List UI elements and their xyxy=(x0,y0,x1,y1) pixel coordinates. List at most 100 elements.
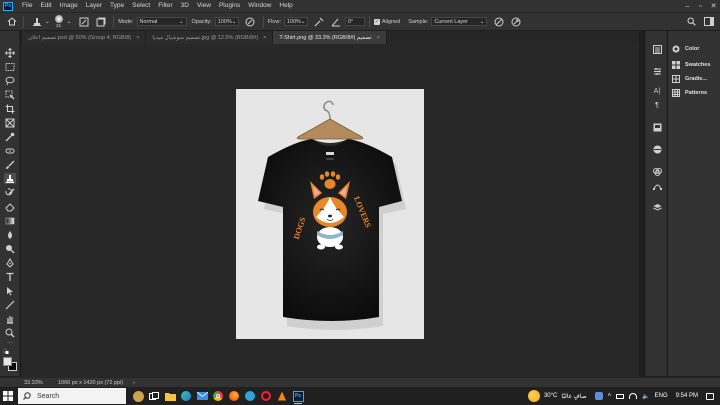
opacity-input[interactable]: 100% ⌄ xyxy=(214,17,239,26)
brush-tool-icon[interactable] xyxy=(4,159,16,170)
battery-icon[interactable] xyxy=(616,393,625,399)
chrome-icon[interactable] xyxy=(210,387,226,405)
clock[interactable]: 9:54 PM xyxy=(676,393,698,399)
more-tools-icon[interactable]: ··· xyxy=(4,340,16,346)
tab-document-3-active[interactable]: T-Shirt.png @ 33.3% (RGB/8#) تصميم × xyxy=(273,31,387,44)
swatches-panel-tab[interactable]: Swatches xyxy=(672,60,710,70)
brush-preset-picker[interactable]: 21 xyxy=(54,15,63,28)
eraser-tool-icon[interactable] xyxy=(4,201,16,212)
eyedropper-icon[interactable] xyxy=(4,131,16,142)
photoshop-taskbar-icon[interactable]: Ps xyxy=(290,387,306,405)
menu-edit[interactable]: Edit xyxy=(36,0,55,12)
adjustments-panel-icon[interactable] xyxy=(651,66,663,77)
maximize-icon[interactable]: ▫ xyxy=(694,0,707,12)
menu-view[interactable]: View xyxy=(193,0,215,12)
blur-tool-icon[interactable] xyxy=(4,229,16,240)
menu-select[interactable]: Select xyxy=(128,0,154,12)
foreground-color-swatch[interactable] xyxy=(3,357,12,366)
file-explorer-icon[interactable] xyxy=(162,387,178,405)
menu-3d[interactable]: 3D xyxy=(177,0,193,12)
weather-icon[interactable] xyxy=(527,390,540,402)
language-indicator[interactable]: ENG xyxy=(655,393,668,399)
zoom-level[interactable]: 33.33% xyxy=(24,380,54,386)
history-brush-icon[interactable] xyxy=(4,187,16,198)
close-icon[interactable]: ✕ xyxy=(707,0,720,12)
sample-select[interactable]: Current Layer ⌄ xyxy=(431,17,488,26)
patterns-panel-tab[interactable]: Patterns xyxy=(672,88,707,98)
menu-window[interactable]: Window xyxy=(244,0,275,12)
zoom-tool-icon[interactable] xyxy=(4,327,16,338)
temperature[interactable]: 30°C xyxy=(544,393,557,399)
default-colors-icon[interactable] xyxy=(2,348,9,354)
tab-document-1[interactable]: تصميم اعلان.psd @ 50% (Group 4, RGB/8) × xyxy=(22,31,147,44)
line-tool-icon[interactable] xyxy=(4,299,16,310)
tray-chevron-icon[interactable]: ˄ xyxy=(608,393,612,399)
aligned-checkbox[interactable]: ✓ xyxy=(373,18,380,25)
menu-layer[interactable]: Layer xyxy=(82,0,106,12)
properties-panel-icon[interactable] xyxy=(651,122,663,133)
taskbar-search-box[interactable]: Search xyxy=(18,388,126,404)
gradients-panel-tab[interactable]: Gradie... xyxy=(672,74,707,84)
type-tool-icon[interactable] xyxy=(4,271,16,282)
object-selection-icon[interactable] xyxy=(4,89,16,100)
paths-panel-icon[interactable] xyxy=(651,180,663,191)
color-panel-tab[interactable]: Color xyxy=(672,44,699,54)
angle-input[interactable]: 0° xyxy=(344,17,365,26)
move-tool-icon[interactable] xyxy=(4,47,16,58)
libraries-panel-icon[interactable] xyxy=(651,144,663,155)
document-canvas[interactable]: SUSHI DOGS LOVERS xyxy=(236,89,424,339)
close-icon[interactable]: × xyxy=(136,35,139,41)
pressure-size-icon[interactable] xyxy=(510,16,521,27)
volume-icon[interactable]: 🔈 xyxy=(642,393,649,400)
clone-stamp-tool-icon[interactable] xyxy=(4,173,16,184)
tab-document-2[interactable]: تصميم سوشيال ميديا.jpg @ 12.5% (RGB/8#) … xyxy=(146,31,274,44)
menu-file[interactable]: File xyxy=(18,0,36,12)
spot-healing-icon[interactable] xyxy=(4,145,16,156)
menu-filter[interactable]: Filter xyxy=(154,0,176,12)
lasso-tool-icon[interactable] xyxy=(4,75,16,86)
windows-start-icon[interactable] xyxy=(0,387,16,405)
notification-icon[interactable] xyxy=(706,392,714,400)
telegram-icon[interactable] xyxy=(242,387,258,405)
taskbar-news-icon[interactable] xyxy=(130,387,146,405)
vlc-icon[interactable] xyxy=(274,387,290,405)
character-panel-icon[interactable]: A| xyxy=(651,86,663,97)
menu-help[interactable]: Help xyxy=(275,0,296,12)
minimize-icon[interactable]: – xyxy=(681,0,694,12)
brush-arrow-icon[interactable]: ⌄ xyxy=(67,19,72,25)
frame-tool-icon[interactable] xyxy=(4,117,16,128)
close-icon[interactable]: × xyxy=(263,35,266,41)
edge-browser-icon[interactable] xyxy=(178,387,194,405)
brush-settings-icon[interactable] xyxy=(78,16,89,27)
weather-description[interactable]: صافٍ غالبًا xyxy=(561,393,586,400)
status-menu-arrow-icon[interactable]: › xyxy=(133,380,135,386)
mode-select[interactable]: Normal ⌄ xyxy=(136,17,187,26)
tool-preset-arrow-icon[interactable]: ⌄ xyxy=(45,19,50,25)
opera-icon[interactable] xyxy=(258,387,274,405)
search-icon[interactable] xyxy=(686,16,697,27)
tray-app-icon[interactable] xyxy=(594,392,603,400)
channels-panel-icon[interactable] xyxy=(651,166,663,177)
firefox-icon[interactable] xyxy=(226,387,242,405)
menu-plugins[interactable]: Plugins xyxy=(215,0,244,12)
close-icon[interactable]: × xyxy=(377,35,380,41)
pen-tool-icon[interactable] xyxy=(4,257,16,268)
layers-panel-icon[interactable] xyxy=(651,202,663,213)
crop-tool-icon[interactable] xyxy=(4,103,16,114)
history-panel-icon[interactable] xyxy=(651,44,663,55)
gradient-tool-icon[interactable] xyxy=(4,215,16,226)
paragraph-panel-icon[interactable]: ¶ xyxy=(651,100,663,111)
clone-source-icon[interactable] xyxy=(95,16,106,27)
task-view-icon[interactable] xyxy=(146,387,162,405)
pressure-opacity-icon[interactable] xyxy=(245,16,256,27)
home-icon[interactable] xyxy=(5,15,19,29)
rectangular-marquee-icon[interactable] xyxy=(4,61,16,72)
airbrush-icon[interactable] xyxy=(314,16,325,27)
ignore-adjustment-layers-icon[interactable] xyxy=(493,16,504,27)
menu-image[interactable]: Image xyxy=(56,0,82,12)
dodge-tool-icon[interactable] xyxy=(4,243,16,254)
menu-type[interactable]: Type xyxy=(106,0,128,12)
hand-tool-icon[interactable] xyxy=(4,313,16,324)
network-icon[interactable] xyxy=(629,393,638,399)
canvas-area[interactable]: SUSHI DOGS LOVERS xyxy=(21,44,639,377)
